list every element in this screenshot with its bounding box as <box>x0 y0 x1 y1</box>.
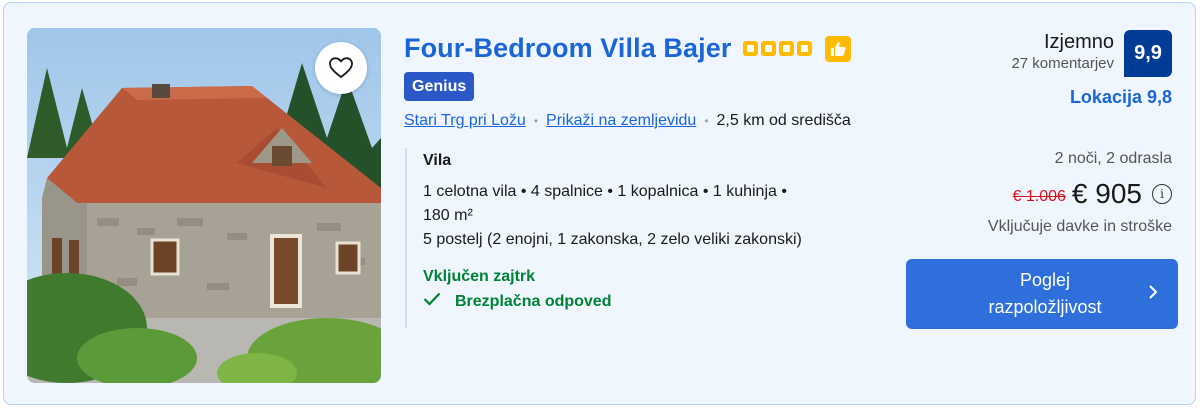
location-score: Lokacija 9,8 <box>1069 87 1172 107</box>
review-block[interactable]: Izjemno 27 komentarjev 9,9 <box>1011 30 1172 77</box>
unit-type: Vila <box>423 152 452 169</box>
star-icon <box>761 41 777 56</box>
thumbs-up-icon[interactable] <box>825 35 852 62</box>
property-photo[interactable] <box>27 28 381 383</box>
location-row: Stari Trg pri Ložu • Prikaži na zemljevi… <box>404 112 851 130</box>
taxes-note: Vključuje davke in stroške <box>987 218 1172 235</box>
property-card: Four-Bedroom Villa Bajer Genius Stari Tr… <box>3 2 1196 405</box>
chevron-right-icon <box>1148 283 1158 306</box>
unit-details: Vila 1 celotna vila • 4 spalnice • 1 kop… <box>405 148 885 328</box>
unit-size: 180 m² <box>423 207 473 224</box>
star-icon <box>743 41 759 56</box>
free-cancellation: Brezplačna odpoved <box>423 292 885 311</box>
distance-text: 2,5 km od središča <box>716 112 851 129</box>
review-score-badge: 9,9 <box>1124 30 1172 77</box>
bed-config: 5 postelj (2 enojni, 1 zakonska, 2 zelo … <box>423 231 802 248</box>
free-cancellation-label: Brezplačna odpoved <box>455 292 612 310</box>
stay-summary: 2 noči, 2 odrasla <box>1054 150 1172 167</box>
star-icon <box>779 41 795 56</box>
price-row: € 1.006 € 905 i <box>1013 178 1172 210</box>
current-price: € 905 <box>1071 178 1142 209</box>
separator-dot: • <box>704 114 709 128</box>
cta-line-1: Poglej <box>1019 270 1071 290</box>
favorite-button[interactable] <box>315 42 367 94</box>
genius-badge: Genius <box>404 72 475 101</box>
star-icon <box>797 41 813 56</box>
info-icon[interactable]: i <box>1152 184 1172 204</box>
review-word: Izjemno <box>1043 31 1114 53</box>
property-title[interactable]: Four-Bedroom Villa Bajer <box>404 33 731 64</box>
title-row: Four-Bedroom Villa Bajer <box>404 33 852 64</box>
separator-dot: • <box>533 114 539 128</box>
unit-config: 1 celotna vila • 4 spalnice • 1 kopalnic… <box>423 183 787 200</box>
cta-line-2: razpoložljivost <box>988 297 1102 317</box>
check-icon <box>423 292 441 311</box>
heart-icon <box>329 57 353 79</box>
review-count: 27 komentarjev <box>1011 55 1114 72</box>
map-link[interactable]: Prikaži na zemljevidu <box>546 112 696 130</box>
star-rating <box>743 41 813 56</box>
breakfast-included: Vključen zajtrk <box>423 268 536 285</box>
original-price: € 1.006 <box>1012 188 1066 205</box>
see-availability-button[interactable]: Poglej razpoložljivost <box>906 259 1178 329</box>
cta-label: Poglej razpoložljivost <box>960 267 1130 321</box>
review-text: Izjemno 27 komentarjev <box>1011 30 1114 74</box>
location-link[interactable]: Stari Trg pri Ložu <box>404 112 526 130</box>
